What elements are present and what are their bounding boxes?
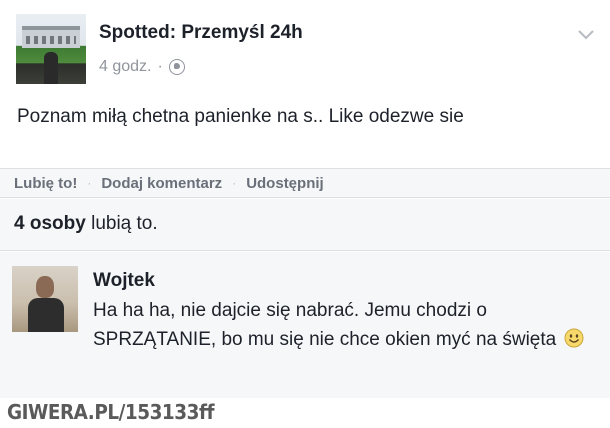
avatar-path <box>44 52 58 84</box>
page-name-link[interactable]: Spotted: Przemyśl 24h <box>99 22 303 44</box>
comment: Wojtek Ha ha ha, nie dajcie się nabrać. … <box>0 252 610 398</box>
meta-separator: · <box>157 58 163 75</box>
post-text: Poznam miłą chetna panienke na s.. Like … <box>17 106 464 127</box>
share-button[interactable]: Udostępnij <box>246 175 324 192</box>
post-card: Spotted: Przemyśl 24h 4 godz. · Poznam m… <box>0 0 610 168</box>
comment-text: Ha ha ha, nie dajcie się nabrać. Jemu ch… <box>93 300 557 350</box>
likes-summary[interactable]: 4 osoby lubią to. <box>0 199 610 251</box>
post-time[interactable]: 4 godz. <box>99 58 151 76</box>
comment-button[interactable]: Dodaj komentarz <box>101 175 222 192</box>
avatar-building <box>22 26 80 48</box>
like-button[interactable]: Lubię to! <box>14 175 77 192</box>
avatar-body <box>28 298 64 332</box>
watermark: GIWERA.PL/153133ff <box>7 400 215 424</box>
globe-icon <box>168 59 185 75</box>
post-actions-bar: Lubię to! · Dodaj komentarz · Udostępnij <box>0 168 610 198</box>
comment-author[interactable]: Wojtek <box>93 270 155 292</box>
page-avatar[interactable] <box>16 14 86 84</box>
chevron-down-icon[interactable] <box>576 24 596 44</box>
action-separator: · <box>87 176 92 190</box>
likes-count[interactable]: 4 osoby <box>14 213 86 234</box>
likes-suffix: lubią to. <box>85 213 158 234</box>
action-separator: · <box>232 176 237 190</box>
avatar-head <box>36 276 54 298</box>
post-meta: 4 godz. · <box>99 58 185 76</box>
comment-text-block: Ha ha ha, nie dajcie się nabrać. Jemu ch… <box>93 296 593 354</box>
avatar[interactable] <box>12 266 78 332</box>
smiley-icon <box>564 328 583 348</box>
